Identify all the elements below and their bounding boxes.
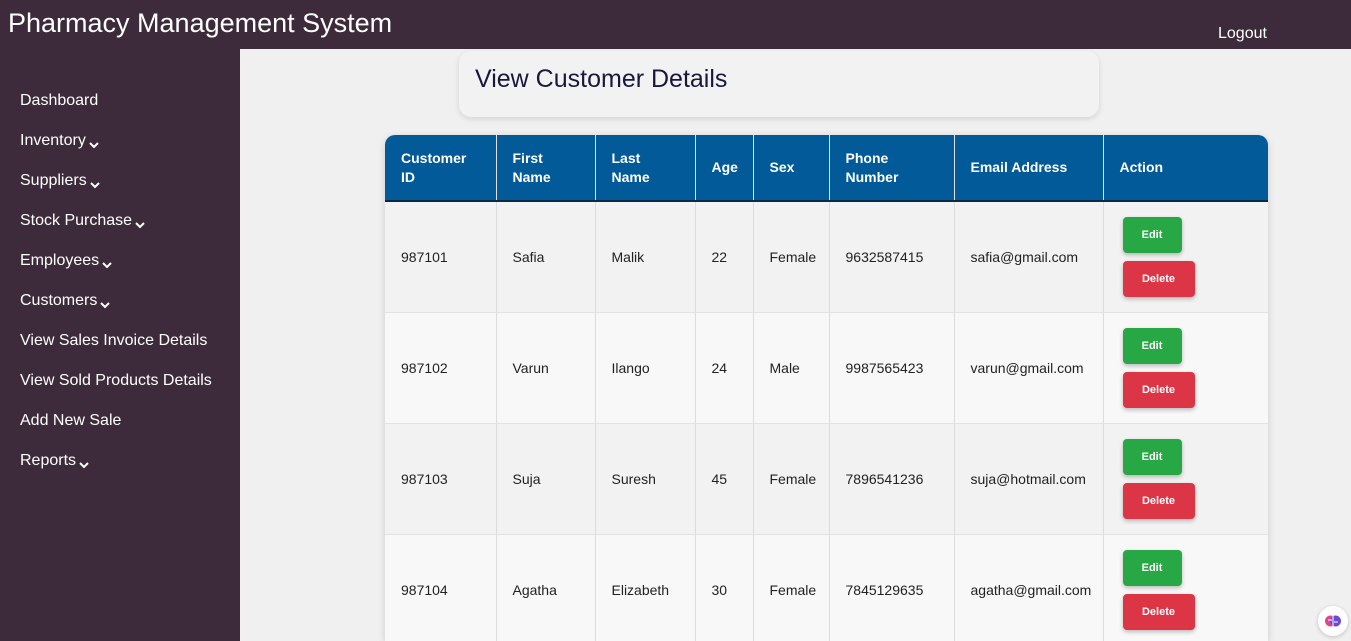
action-cell: Edit Delete <box>1103 312 1268 424</box>
chevron-down-icon <box>89 179 101 191</box>
first-name-cell: Suja <box>496 423 596 535</box>
phone-cell: 9987565423 <box>829 312 955 424</box>
sidebar-item-label: Add New Sale <box>20 412 122 429</box>
sidebar-item-employees[interactable]: Employees <box>20 249 113 273</box>
table-row: 987102 Varun Ilango 24 Male 9987565423 v… <box>385 312 1268 424</box>
column-header-action: Action <box>1103 135 1268 202</box>
action-cell: Edit Delete <box>1103 534 1268 641</box>
column-header-sex: Sex <box>753 135 830 202</box>
sidebar-item-view-sales-invoice[interactable]: View Sales Invoice Details <box>20 329 207 353</box>
sidebar-item-add-new-sale[interactable]: Add New Sale <box>20 409 121 433</box>
column-header-phone-number: Phone Number <box>829 135 955 202</box>
column-header-first-name: First Name <box>496 135 596 202</box>
edit-button[interactable]: Edit <box>1122 549 1182 586</box>
phone-cell: 9632587415 <box>829 201 955 313</box>
column-header-age: Age <box>695 135 754 202</box>
top-bar: Pharmacy Management System Logout <box>0 0 1351 49</box>
sidebar-item-reports[interactable]: Reports <box>20 449 90 473</box>
last-name-cell: Ilango <box>595 312 696 424</box>
age-cell: 22 <box>695 201 754 313</box>
customer-table: Customer ID First Name Last Name Age Sex… <box>385 135 1268 641</box>
last-name-cell: Malik <box>595 201 696 313</box>
chevron-down-icon <box>99 299 111 311</box>
sidebar-item-stock-purchase[interactable]: Stock Purchase <box>20 209 146 233</box>
sidebar-item-label: View Sold Products Details <box>20 372 212 389</box>
chevron-down-icon <box>101 259 113 271</box>
phone-cell: 7845129635 <box>829 534 955 641</box>
age-cell: 24 <box>695 312 754 424</box>
edit-button[interactable]: Edit <box>1122 216 1182 253</box>
sidebar-item-label: Reports <box>20 452 77 469</box>
table-row: 987103 Suja Suresh 45 Female 7896541236 … <box>385 423 1268 535</box>
last-name-cell: Elizabeth <box>595 534 696 641</box>
logout-link[interactable]: Logout <box>1218 25 1267 43</box>
brain-icon[interactable] <box>1318 606 1348 636</box>
sidebar-item-view-sold-products[interactable]: View Sold Products Details <box>20 369 212 393</box>
sidebar-item-label: Customers <box>20 292 98 309</box>
sidebar-item-inventory[interactable]: Inventory <box>20 129 100 153</box>
sidebar-item-label: Suppliers <box>20 172 87 189</box>
sex-cell: Female <box>753 201 830 313</box>
customer-id-cell: 987101 <box>385 201 497 313</box>
sex-cell: Female <box>753 534 830 641</box>
sex-cell: Male <box>753 312 830 424</box>
column-header-last-name: Last Name <box>595 135 696 202</box>
page-title-card: View Customer Details <box>459 51 1099 117</box>
phone-cell: 7896541236 <box>829 423 955 535</box>
email-cell: agatha@gmail.com <box>954 534 1104 641</box>
column-header-customer-id: Customer ID <box>385 135 497 202</box>
app-title: Pharmacy Management System <box>8 8 393 38</box>
edit-button[interactable]: Edit <box>1122 327 1182 364</box>
column-header-email-address: Email Address <box>954 135 1104 202</box>
customer-id-cell: 987104 <box>385 534 497 641</box>
action-cell: Edit Delete <box>1103 201 1268 313</box>
age-cell: 45 <box>695 423 754 535</box>
sidebar-item-label: Stock Purchase <box>20 212 133 229</box>
email-cell: suja@hotmail.com <box>954 423 1104 535</box>
email-cell: safia@gmail.com <box>954 201 1104 313</box>
sidebar: Dashboard Inventory Suppliers Stock Purc… <box>0 49 240 641</box>
delete-button[interactable]: Delete <box>1122 371 1195 408</box>
edit-button[interactable]: Edit <box>1122 438 1182 475</box>
table-header-row: Customer ID First Name Last Name Age Sex… <box>385 135 1268 202</box>
delete-button[interactable]: Delete <box>1122 593 1195 630</box>
last-name-cell: Suresh <box>595 423 696 535</box>
sidebar-item-label: View Sales Invoice Details <box>20 332 208 349</box>
first-name-cell: Agatha <box>496 534 596 641</box>
sidebar-item-customers[interactable]: Customers <box>20 289 111 313</box>
sidebar-item-suppliers[interactable]: Suppliers <box>20 169 101 193</box>
chevron-down-icon <box>134 219 146 231</box>
action-cell: Edit Delete <box>1103 423 1268 535</box>
sidebar-item-label: Dashboard <box>20 92 99 109</box>
sidebar-item-label: Employees <box>20 252 100 269</box>
table-row: 987104 Agatha Elizabeth 30 Female 784512… <box>385 534 1268 641</box>
page-title: View Customer Details <box>475 65 728 93</box>
table-row: 987101 Safia Malik 22 Female 9632587415 … <box>385 201 1268 313</box>
sidebar-item-label: Inventory <box>20 132 86 149</box>
age-cell: 30 <box>695 534 754 641</box>
delete-button[interactable]: Delete <box>1122 482 1195 519</box>
delete-button[interactable]: Delete <box>1122 260 1195 297</box>
customer-id-cell: 987103 <box>385 423 497 535</box>
chevron-down-icon <box>88 139 100 151</box>
chevron-down-icon <box>78 459 90 471</box>
sidebar-item-dashboard[interactable]: Dashboard <box>20 89 98 113</box>
sex-cell: Female <box>753 423 830 535</box>
first-name-cell: Varun <box>496 312 596 424</box>
customer-table-container: Customer ID First Name Last Name Age Sex… <box>385 135 1268 641</box>
first-name-cell: Safia <box>496 201 596 313</box>
customer-id-cell: 987102 <box>385 312 497 424</box>
email-cell: varun@gmail.com <box>954 312 1104 424</box>
